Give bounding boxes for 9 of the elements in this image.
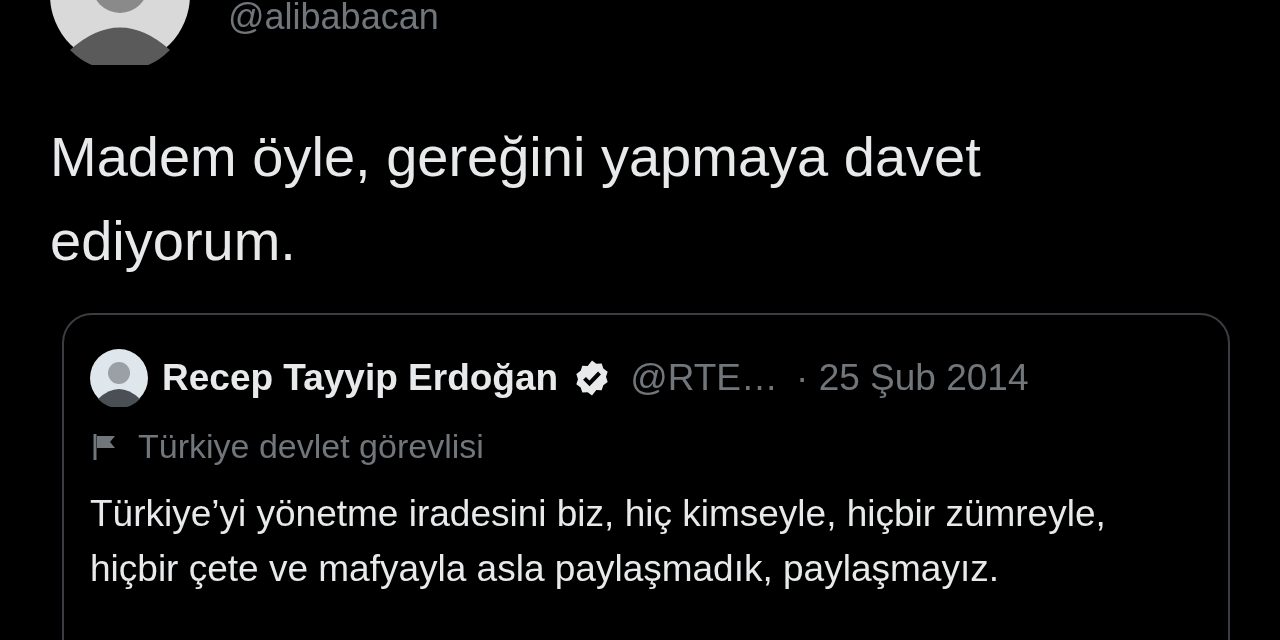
user-handle[interactable]: @alibabacan <box>228 0 439 37</box>
account-label: Türkiye devlet görevlisi <box>138 426 484 467</box>
display-name[interactable]: Recep Tayyip Erdoğan <box>162 350 559 406</box>
quoted-tweet-card[interactable]: Recep Tayyip Erdoğan @RTE… · 25 Şub 2014 Türkiye devlet görevlisi Türkiye’yi yönetme iradesini biz, hiç kimseyle, hiçbir zümreyle, hiçbir çete ve mafyayla asla paylaşmadık, paylaşmayız. <box>62 313 1230 640</box>
quoted-tweet-text: Türkiye’yi yönetme iradesini biz, hiç kimseyle, hiçbir zümreyle, hiçbir çete ve mafyayla asla paylaşmadık, paylaşmayız. <box>90 492 1107 591</box>
avatar-icon[interactable] <box>90 349 148 407</box>
tweet-date[interactable]: · 25 Şub 2014 <box>796 350 1029 406</box>
tweet-text: Madem öyle, gereğini yapmaya davet ediyorum. <box>50 124 982 274</box>
user-handle[interactable]: @RTE… <box>630 350 779 406</box>
